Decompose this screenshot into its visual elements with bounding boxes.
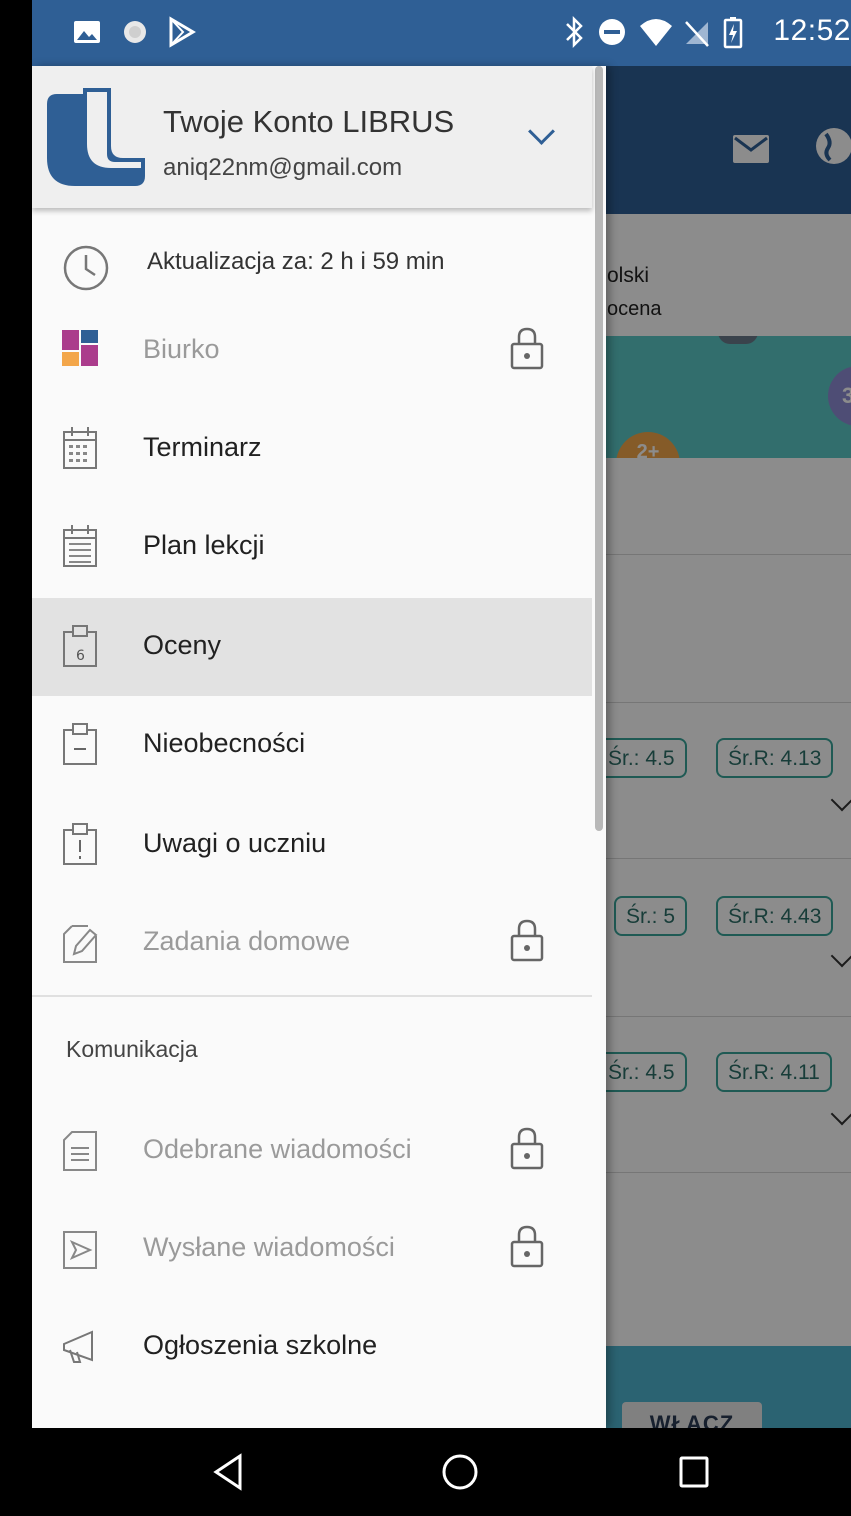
menu-item-biurko[interactable]: Biurko <box>32 302 592 400</box>
bluetooth-icon <box>566 15 583 49</box>
clock-icon <box>63 245 109 291</box>
section-header: Komunikacja <box>66 1036 198 1062</box>
menu-item-label: Terminarz <box>143 432 262 462</box>
inbox-icon <box>63 1131 97 1171</box>
lock-icon <box>510 327 544 370</box>
drawer-scrollbar[interactable] <box>595 66 603 831</box>
calendar-icon <box>63 427 97 469</box>
menu-item-label: Ogłoszenia szkolne <box>143 1330 378 1360</box>
update-label: Aktualizacja za: 2 h i 59 min <box>147 248 445 275</box>
home-icon[interactable] <box>438 1450 482 1494</box>
notes-clipboard-icon <box>63 823 97 865</box>
section-divider <box>32 995 592 997</box>
menu-item-label: Uwagi o uczniu <box>143 828 327 858</box>
navigation-drawer: Twoje Konto LIBRUS aniq22nm@gmail.com Ak… <box>32 66 606 1428</box>
menu-item-label: Odebrane wiadomości <box>143 1134 412 1164</box>
circle-app-icon <box>124 21 146 43</box>
play-store-icon <box>169 16 196 48</box>
absence-clipboard-icon <box>63 723 97 765</box>
back-icon[interactable] <box>208 1450 248 1494</box>
no-sim-icon <box>685 21 709 47</box>
menu-item-label: Plan lekcji <box>143 530 265 560</box>
clock: 12:52 <box>773 14 851 47</box>
image-icon <box>74 21 100 43</box>
menu-item-label: Wysłane wiadomości <box>143 1232 395 1262</box>
menu-item-label: Nieobecności <box>143 728 306 758</box>
menu-item-oceny[interactable]: 6 Oceny <box>32 598 592 696</box>
account-name: Twoje Konto LIBRUS <box>163 104 455 139</box>
sent-icon <box>63 1231 97 1269</box>
chevron-down-icon[interactable] <box>528 118 555 145</box>
menu-item-nieobecnosci[interactable]: Nieobecności <box>32 696 592 794</box>
account-header[interactable]: Twoje Konto LIBRUS aniq22nm@gmail.com <box>32 66 592 208</box>
wifi-icon <box>640 19 672 46</box>
menu-item-label: Biurko <box>143 334 220 364</box>
battery-charging-icon <box>723 17 743 49</box>
megaphone-icon <box>63 1330 93 1363</box>
librus-logo-icon <box>47 88 145 186</box>
homework-pencil-icon <box>63 925 98 963</box>
update-info: Aktualizacja za: 2 h i 59 min <box>32 222 592 302</box>
grades-clipboard-icon: 6 <box>63 625 97 667</box>
lock-icon <box>510 1127 544 1170</box>
menu-item-wyslane[interactable]: Wysłane wiadomości <box>32 1200 592 1298</box>
system-nav-bar <box>32 1428 851 1516</box>
drawer-scrim[interactable] <box>592 66 851 1428</box>
account-email: aniq22nm@gmail.com <box>163 154 403 181</box>
menu-item-plan-lekcji[interactable]: Plan lekcji <box>32 498 592 596</box>
menu-item-ogloszenia[interactable]: Ogłoszenia szkolne <box>32 1298 592 1396</box>
lock-icon <box>510 919 544 962</box>
recents-icon[interactable] <box>674 1450 714 1494</box>
do-not-disturb-icon <box>599 19 625 45</box>
menu-item-odebrane[interactable]: Odebrane wiadomości <box>32 1102 592 1200</box>
menu-item-label: Zadania domowe <box>143 926 351 956</box>
lock-icon <box>510 1225 544 1268</box>
lesson-plan-icon <box>63 525 97 567</box>
menu-item-label: Oceny <box>143 630 222 660</box>
menu-item-zadania-domowe[interactable]: Zadania domowe <box>32 894 592 992</box>
menu-item-uwagi[interactable]: Uwagi o uczniu <box>32 796 592 894</box>
desk-tiles-icon <box>62 330 98 366</box>
svg-text:6: 6 <box>76 648 85 664</box>
menu-item-terminarz[interactable]: Terminarz <box>32 400 592 498</box>
status-bar: 12:52 <box>32 0 851 66</box>
